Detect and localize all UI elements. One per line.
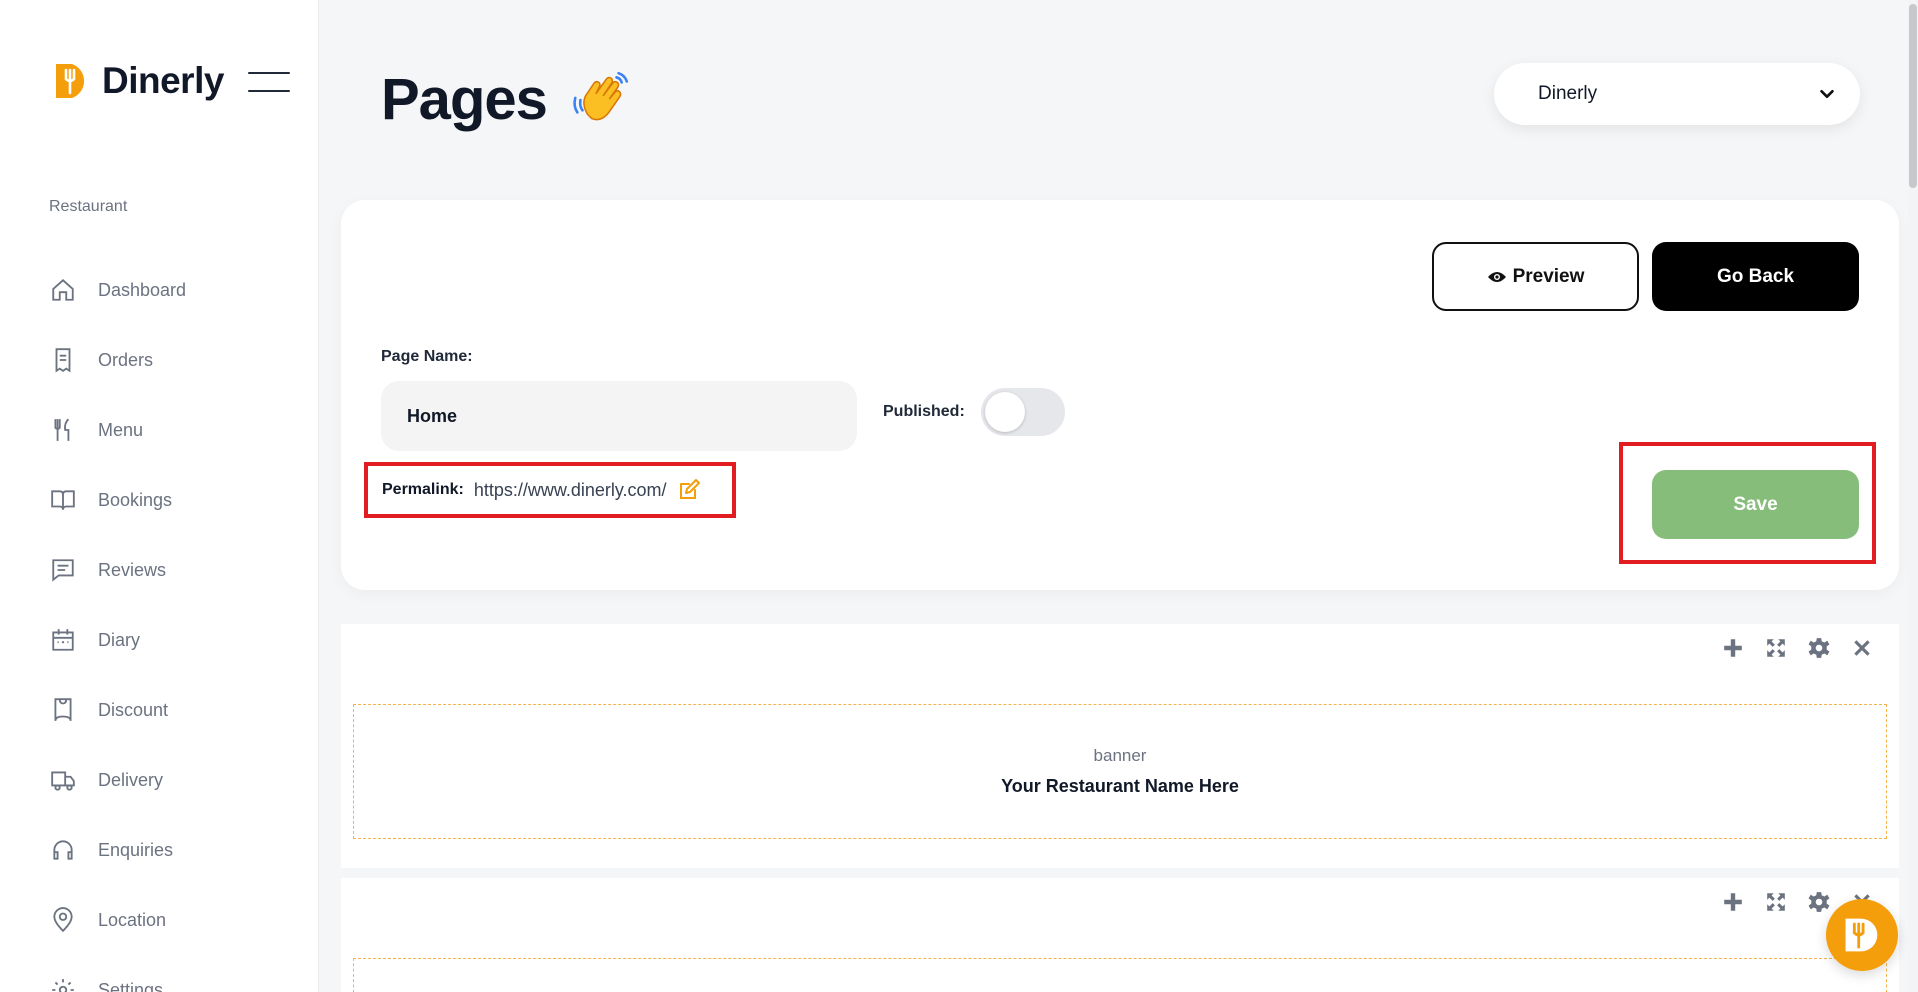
sidebar-item-label: Settings: [98, 979, 164, 992]
brand-name: Dinerly: [102, 60, 224, 101]
section-content[interactable]: banner Your Restaurant Name Here: [353, 704, 1887, 839]
message-icon: [52, 559, 74, 582]
home-icon: [52, 279, 74, 301]
sidebar-item-label: Delivery: [98, 769, 164, 790]
page-section-banner: banner Your Restaurant Name Here: [341, 624, 1899, 868]
permalink: Permalink: https://www.dinerly.com/: [364, 462, 736, 518]
sidebar-item-location[interactable]: Location: [50, 885, 186, 955]
site-select[interactable]: Dinerly: [1494, 63, 1860, 125]
page-title: Pages: [381, 66, 633, 133]
add-icon[interactable]: [1721, 890, 1744, 913]
page-name-label: Page Name:: [381, 348, 473, 365]
preview-button[interactable]: Preview: [1432, 242, 1639, 311]
dinerly-logo-icon: [56, 64, 85, 98]
sidebar-item-diary[interactable]: Diary: [50, 605, 186, 675]
toggle-knob: [985, 392, 1025, 432]
sidebar-item-menu[interactable]: Menu: [50, 395, 186, 465]
dinerly-logo-icon: [1845, 918, 1878, 952]
preview-button-label: Preview: [1512, 265, 1585, 287]
sidebar-item-reviews[interactable]: Reviews: [50, 535, 186, 605]
truck-icon: [51, 771, 75, 791]
sidebar-item-enquiries[interactable]: Enquiries: [50, 815, 186, 885]
permalink-label: Permalink:: [382, 481, 464, 498]
sidebar-item-label: Bookings: [98, 489, 173, 510]
section-kind: banner: [1093, 746, 1147, 765]
sidebar-item-dashboard[interactable]: Dashboard: [50, 255, 186, 325]
eye-icon: [1487, 271, 1506, 282]
section-title: Your Restaurant Name Here: [1001, 776, 1239, 796]
published-toggle[interactable]: [981, 388, 1065, 436]
book-icon: [51, 490, 75, 510]
page-editor-card: Preview Go Back Page Name: Published: Pe…: [341, 200, 1899, 590]
chat-launcher-button[interactable]: [1826, 899, 1898, 971]
page-title-text: Pages: [381, 67, 548, 132]
ticket-icon: [54, 698, 72, 721]
sidebar-nav: Dashboard Orders Menu Bookings Reviews D…: [50, 255, 186, 992]
sidebar-item-label: Location: [98, 909, 167, 930]
sidebar-item-label: Dashboard: [98, 279, 187, 300]
expand-icon[interactable]: [1764, 636, 1787, 659]
gear-icon: [52, 979, 74, 992]
menu-toggle-icon[interactable]: [248, 72, 290, 92]
save-button[interactable]: Save: [1652, 470, 1859, 539]
sidebar: Dinerly Restaurant Dashboard Orders Menu…: [0, 0, 319, 992]
scrollbar[interactable]: [1908, 0, 1918, 992]
brand[interactable]: Dinerly: [52, 60, 224, 102]
site-select-value: Dinerly: [1538, 83, 1598, 104]
add-icon[interactable]: [1721, 636, 1744, 659]
section-content[interactable]: [353, 958, 1887, 992]
sidebar-item-delivery[interactable]: Delivery: [50, 745, 186, 815]
page-section: [341, 878, 1899, 992]
receipt-icon: [55, 348, 71, 373]
page-name-input[interactable]: [381, 381, 857, 451]
sidebar-item-label: Enquiries: [98, 839, 174, 860]
sidebar-item-label: Discount: [98, 699, 169, 720]
sidebar-item-label: Menu: [98, 419, 144, 440]
gear-icon[interactable]: [1807, 636, 1830, 659]
section-toolbar: [1721, 636, 1873, 659]
map-pin-icon: [53, 907, 73, 933]
scrollbar-thumb[interactable]: [1909, 4, 1917, 188]
utensils-icon: [54, 418, 70, 441]
calendar-icon: [52, 629, 74, 651]
sidebar-item-label: Reviews: [98, 559, 167, 580]
published-label: Published:: [883, 403, 965, 420]
sidebar-item-label: Orders: [98, 349, 154, 370]
expand-icon[interactable]: [1764, 890, 1787, 913]
close-icon[interactable]: [1850, 636, 1873, 659]
go-back-button[interactable]: Go Back: [1652, 242, 1859, 311]
sidebar-item-label: Diary: [98, 629, 141, 650]
waving-hand-icon: [573, 71, 628, 120]
sidebar-item-bookings[interactable]: Bookings: [50, 465, 186, 535]
sidebar-item-settings[interactable]: Settings: [50, 955, 186, 992]
gear-icon[interactable]: [1807, 890, 1830, 913]
permalink-url: https://www.dinerly.com/: [473, 479, 667, 500]
sidebar-section-label: Restaurant: [49, 198, 128, 215]
sidebar-item-discount[interactable]: Discount: [50, 675, 186, 745]
chevron-down-icon: [1820, 89, 1834, 99]
sidebar-item-orders[interactable]: Orders: [50, 325, 186, 395]
headset-icon: [53, 840, 73, 860]
edit-icon[interactable]: [677, 478, 701, 502]
